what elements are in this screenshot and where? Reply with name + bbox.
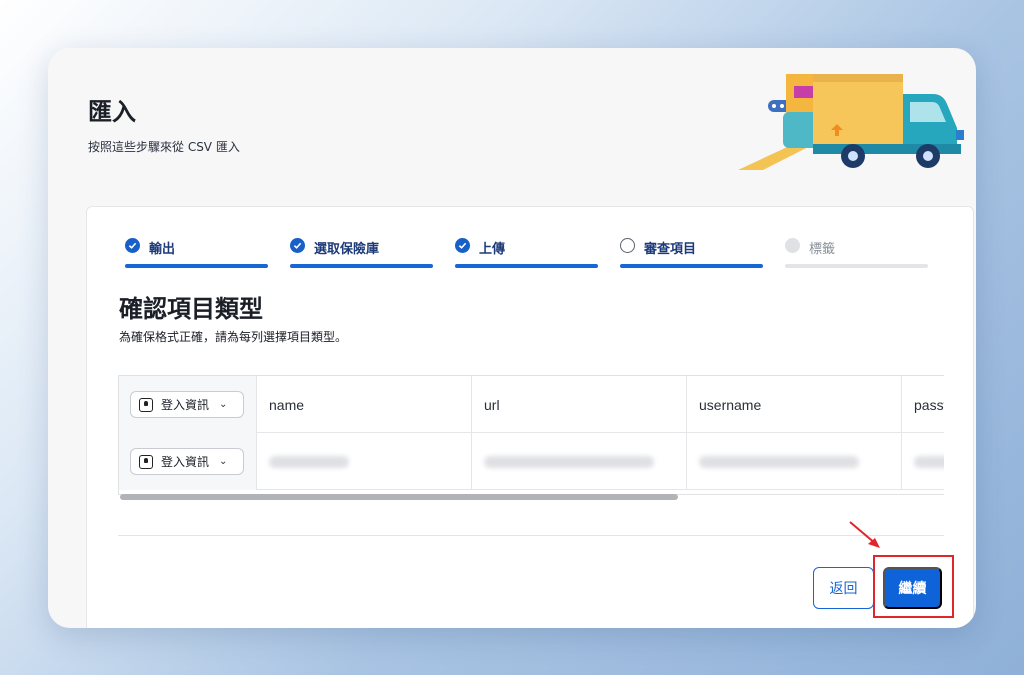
- step-export: 輸出: [125, 237, 268, 269]
- table-cell: passw: [914, 396, 944, 413]
- item-type-label: 登入資訊: [161, 455, 210, 469]
- circle-icon: [785, 238, 800, 253]
- section-description: 為確保格式正確，請為每列選擇項目類型。: [119, 330, 348, 344]
- type-cell: 登入資訊 ⌄: [119, 433, 257, 490]
- item-type-select[interactable]: 登入資訊 ⌄: [130, 391, 244, 418]
- step-progress-bar: [455, 264, 598, 268]
- stepper: 輸出 選取保險庫 上傳 審查項目 標籤: [125, 237, 935, 277]
- horizontal-scrollbar[interactable]: [120, 494, 678, 500]
- key-icon: [139, 454, 153, 469]
- step-tags: 標籤: [785, 237, 928, 269]
- table-cell: name: [257, 376, 472, 433]
- table-cell-redacted: [257, 433, 472, 490]
- table-cell: url: [472, 376, 687, 433]
- checkmark-icon: [455, 238, 470, 253]
- page-title: 匯入: [88, 98, 136, 126]
- step-label: 審查項目: [644, 242, 697, 257]
- section-title: 確認項目類型: [119, 295, 263, 323]
- step-label: 選取保險庫: [314, 242, 380, 257]
- chevron-down-icon: ⌄: [219, 456, 228, 467]
- divider: [118, 535, 944, 536]
- step-review-items: 審查項目: [620, 237, 763, 269]
- page-subtitle: 按照這些步驟來從 CSV 匯入: [88, 140, 240, 154]
- checkmark-icon: [125, 238, 140, 253]
- import-panel: 輸出 選取保險庫 上傳 審查項目 標籤 確認項目類型 為確保格式正確，請為每列選…: [86, 206, 974, 628]
- key-icon: [139, 397, 153, 412]
- step-upload: 上傳: [455, 237, 598, 269]
- table-cell-redacted: [687, 433, 902, 490]
- item-type-label: 登入資訊: [161, 398, 210, 412]
- type-cell: 登入資訊 ⌄: [119, 376, 257, 433]
- item-type-select[interactable]: 登入資訊 ⌄: [130, 448, 244, 475]
- step-label: 上傳: [479, 242, 506, 257]
- step-select-vault: 選取保險庫: [290, 237, 433, 269]
- import-card: 匯入 按照這些步驟來從 CSV 匯入 輸出 選取保險庫 上傳 審查項目 標籤 確…: [48, 48, 976, 628]
- table-cell-redacted: [902, 433, 944, 490]
- items-table: 登入資訊 ⌄ name url username passw 登入資訊 ⌄: [118, 375, 944, 495]
- table-cell-redacted: [472, 433, 687, 490]
- step-label: 標籤: [809, 242, 836, 257]
- delivery-truck-illustration: [738, 74, 964, 170]
- step-progress-bar: [125, 264, 268, 268]
- table-cell: username: [687, 376, 902, 433]
- back-button[interactable]: 返回: [813, 567, 874, 609]
- step-label: 輸出: [149, 242, 176, 257]
- red-arrow-icon: [849, 521, 880, 548]
- step-progress-bar: [620, 264, 763, 268]
- chevron-down-icon: ⌄: [219, 399, 228, 410]
- checkmark-icon: [290, 238, 305, 253]
- highlight-box: [873, 555, 954, 618]
- circle-icon: [620, 238, 635, 253]
- table-row: 登入資訊 ⌄: [119, 433, 944, 490]
- step-progress-bar: [785, 264, 928, 268]
- table-row: 登入資訊 ⌄ name url username passw: [119, 376, 944, 433]
- step-progress-bar: [290, 264, 433, 268]
